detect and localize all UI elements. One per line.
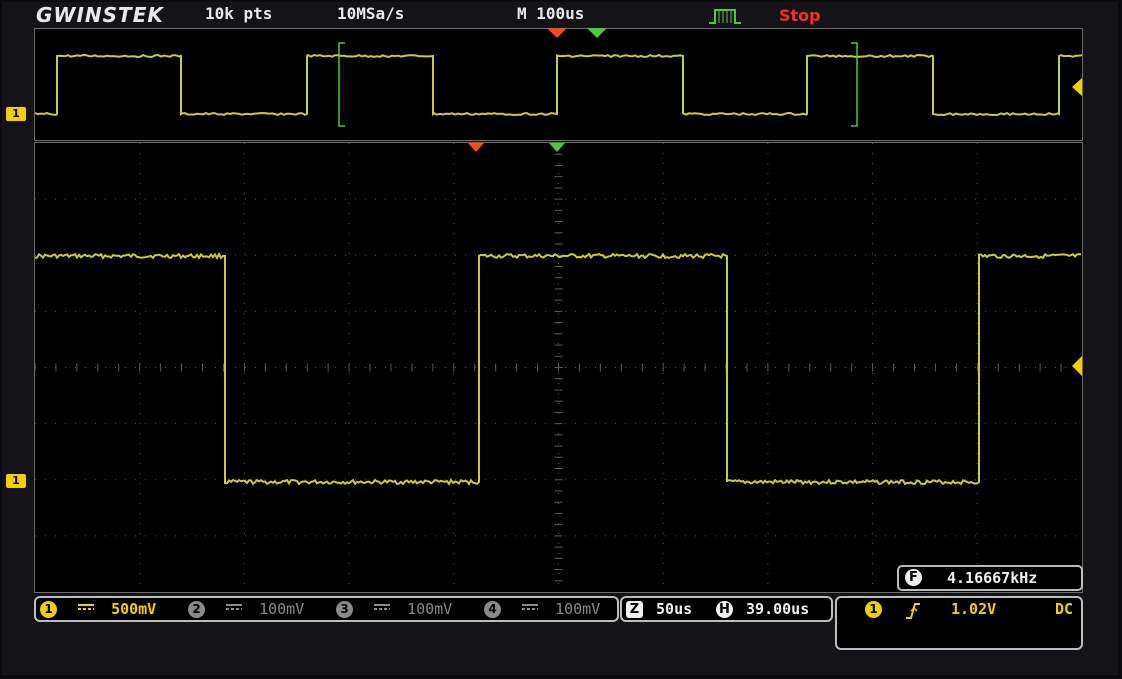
main-markers xyxy=(468,143,565,152)
channel-3-volts-div: 100mV xyxy=(407,600,453,618)
channel-2-icon: 2 xyxy=(188,601,205,618)
sample-rate: 10MSa/s xyxy=(337,4,405,23)
horizontal-icon: H xyxy=(716,601,733,618)
frequency-icon: F xyxy=(905,569,922,586)
dc-coupling-icon xyxy=(522,602,539,612)
rising-edge-icon xyxy=(906,603,920,619)
channel-1-ground-marker[interactable]: 1 xyxy=(6,474,26,488)
trigger-coupling: DC xyxy=(1055,600,1074,618)
channel-2-volts-div: 100mV xyxy=(259,600,305,618)
horizontal-center-marker xyxy=(549,143,565,152)
dc-coupling-icon xyxy=(374,602,391,612)
timebase-readout: M 100us xyxy=(517,4,585,23)
oscilloscope-screen: GWINSTEK 10k pts 10MSa/s M 100us Stop 1 … xyxy=(0,0,1122,679)
channel-3-scale[interactable]: 3 100mV xyxy=(336,600,452,618)
channel-1-scale[interactable]: 1 500mV xyxy=(40,600,156,618)
zoom-timebase[interactable]: Z 50us xyxy=(626,600,692,618)
channel-4-scale[interactable]: 4 100mV xyxy=(484,600,600,618)
trigger-source-icon: 1 xyxy=(865,601,882,618)
channel-4-icon: 4 xyxy=(484,601,501,618)
trigger-pulse-icon xyxy=(709,9,741,24)
horizontal-position[interactable]: H 39.00us xyxy=(716,600,809,618)
trigger-bar[interactable]: 1 1.02V DC xyxy=(835,596,1083,650)
overview-window xyxy=(34,28,1083,141)
channel-scale-bar: 1 500mV 2 100mV 3 100mV 4 100mV xyxy=(34,596,619,622)
trigger-position-marker xyxy=(547,28,567,38)
overview-channel-1-marker[interactable]: 1 xyxy=(6,107,26,121)
overview-channel-1-trace xyxy=(35,53,1082,117)
overview-trace xyxy=(35,42,1082,127)
zoom-value: 50us xyxy=(656,600,693,618)
waveform-display xyxy=(35,143,1082,592)
dc-coupling-icon xyxy=(226,602,243,612)
overview-markers xyxy=(547,28,607,38)
trigger-level-marker[interactable] xyxy=(1070,356,1082,376)
trigger-position-marker-main xyxy=(468,143,484,152)
run-status[interactable]: Stop xyxy=(779,6,821,25)
graticule xyxy=(35,143,1082,592)
zoom-icon: Z xyxy=(626,601,643,618)
zoom-center-marker xyxy=(587,28,607,38)
channel-2-scale[interactable]: 2 100mV xyxy=(188,600,304,618)
overview-trigger-level-marker[interactable] xyxy=(1070,78,1082,96)
horizontal-value: 39.00us xyxy=(746,600,810,618)
channel-1-volts-div: 500mV xyxy=(111,600,157,618)
trigger-level: 1.02V xyxy=(951,600,997,618)
dc-coupling-icon xyxy=(78,602,95,612)
channel-3-icon: 3 xyxy=(336,601,353,618)
frequency-readout[interactable]: F 4.16667kHz xyxy=(897,565,1083,591)
frequency-value: 4.16667kHz xyxy=(947,569,1038,587)
brand-logo: GWINSTEK xyxy=(36,3,164,27)
record-length: 10k pts xyxy=(205,4,273,23)
channel-4-volts-div: 100mV xyxy=(555,600,601,618)
timebase-bar: Z 50us H 39.00us xyxy=(620,596,833,622)
waveform-window xyxy=(34,142,1083,593)
channel-1-icon: 1 xyxy=(40,601,57,618)
trigger-source: 1 xyxy=(865,600,882,618)
